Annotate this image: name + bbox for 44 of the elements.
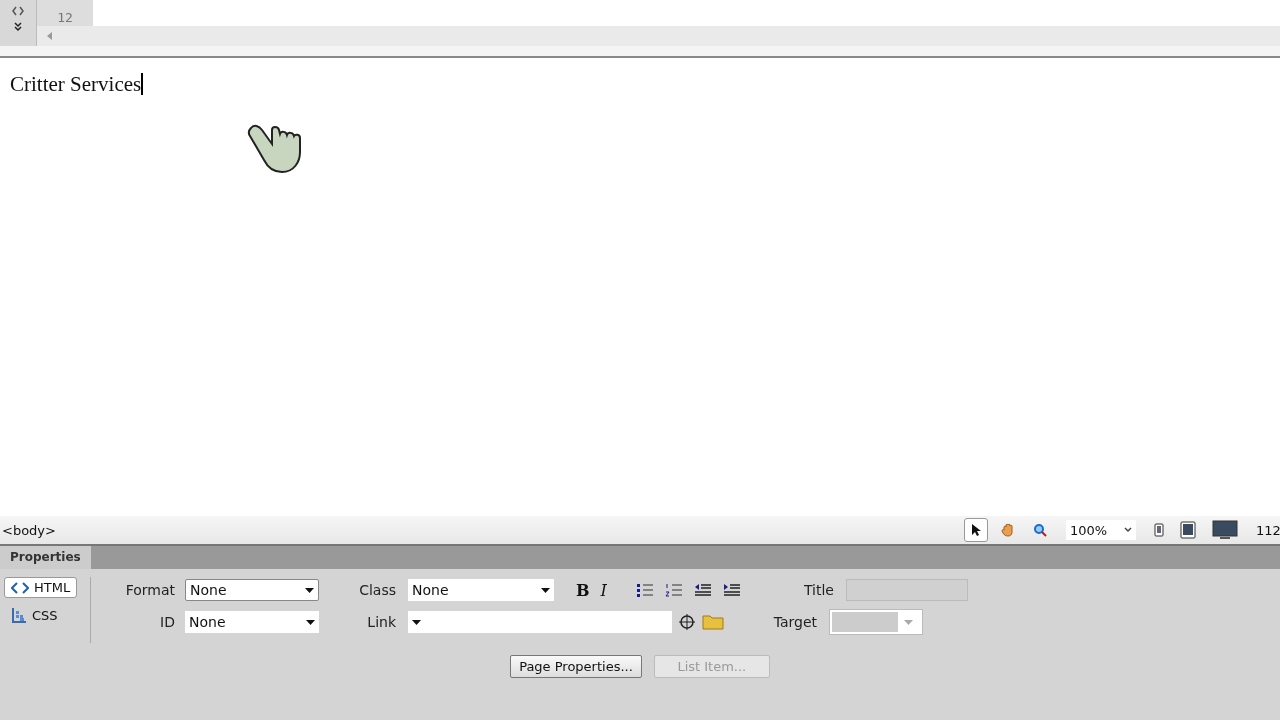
html-mode-button[interactable]: HTML: [4, 577, 78, 598]
grid-chart-icon: [11, 607, 27, 623]
italic-button[interactable]: I: [600, 580, 607, 600]
class-label: Class: [358, 582, 396, 598]
title-label: Title: [803, 582, 834, 598]
splitter-bar[interactable]: [0, 46, 1280, 58]
line-number: 12: [57, 10, 73, 25]
page-properties-button[interactable]: Page Properties...: [510, 655, 642, 678]
css-mode-button[interactable]: CSS: [4, 604, 65, 626]
zoom-dropdown[interactable]: 100%: [1066, 520, 1136, 540]
format-dropdown[interactable]: None: [185, 579, 319, 601]
outdent-icon[interactable]: [693, 583, 712, 597]
format-label: Format: [124, 582, 175, 598]
caret-icon: [306, 619, 315, 625]
bold-button[interactable]: B: [576, 580, 590, 600]
target-icon[interactable]: [678, 613, 696, 631]
caret-icon: [541, 587, 550, 593]
link-label: Link: [366, 614, 396, 630]
tablet-size-icon[interactable]: [1180, 521, 1196, 539]
id-label: ID: [159, 614, 175, 630]
caret-icon: [305, 587, 314, 593]
window-width: 112: [1256, 522, 1280, 538]
bulleted-list-icon[interactable]: [635, 583, 654, 597]
indent-icon[interactable]: [722, 583, 741, 597]
code-icon: [11, 581, 29, 594]
phone-size-icon[interactable]: [1154, 523, 1164, 537]
caret-icon: [904, 619, 913, 625]
pointer-tool[interactable]: [964, 518, 988, 542]
chevron-icon: [1124, 527, 1132, 533]
numbered-list-icon[interactable]: [664, 583, 683, 597]
magnifier-icon: [1033, 523, 1047, 537]
tag-selector[interactable]: <body>: [2, 522, 56, 538]
id-dropdown[interactable]: None: [185, 611, 319, 633]
properties-tab[interactable]: Properties: [0, 546, 91, 569]
class-dropdown[interactable]: None: [408, 579, 554, 601]
pointer-icon: [970, 523, 982, 537]
hand-icon: [1001, 523, 1015, 537]
code-tag-icon[interactable]: [12, 6, 24, 16]
caret-icon: [412, 619, 421, 625]
link-field[interactable]: [408, 611, 672, 633]
heading-text: Critter Services: [10, 72, 142, 96]
desktop-size-icon[interactable]: [1212, 520, 1238, 540]
target-label: Target: [772, 614, 817, 630]
expand-icon[interactable]: [13, 22, 23, 32]
